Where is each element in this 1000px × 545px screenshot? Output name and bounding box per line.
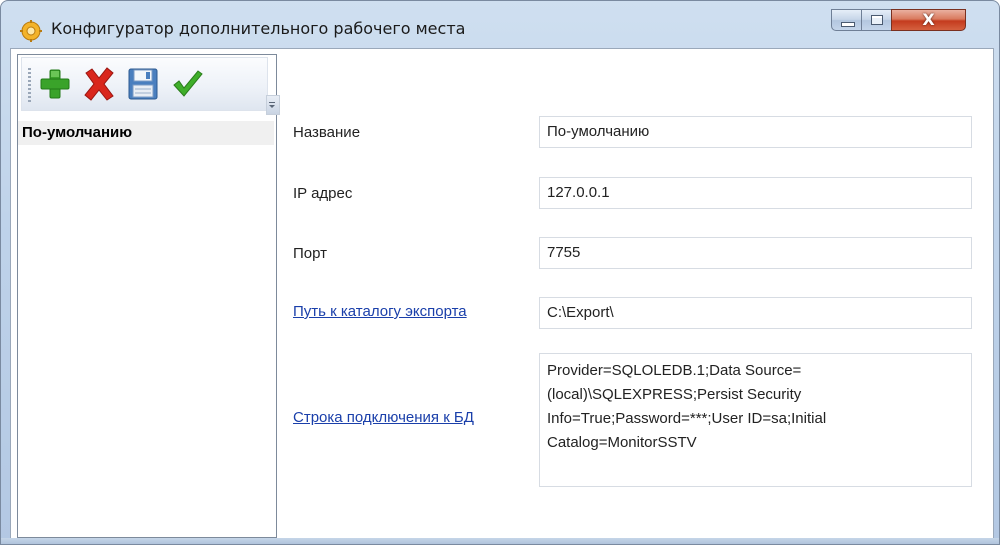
port-label: Порт (293, 245, 328, 262)
toolbar-overflow-button[interactable] (266, 95, 280, 115)
connection-string-link[interactable]: Строка подключения к БД (293, 409, 474, 426)
name-field[interactable]: По-умолчанию (539, 116, 972, 148)
toolbar (21, 57, 268, 111)
delete-x-icon (84, 67, 114, 101)
name-label: Название (293, 124, 361, 141)
close-button[interactable]: X (891, 9, 966, 31)
list-item[interactable]: По-умолчанию (18, 121, 274, 145)
checkmark-icon (173, 70, 203, 97)
minimize-button[interactable] (831, 9, 862, 31)
close-icon: X (922, 10, 935, 29)
ip-address-label: IP адрес (293, 185, 353, 202)
maximize-icon (871, 15, 883, 25)
export-path-field[interactable]: C:\Export\ (539, 297, 972, 329)
save-floppy-icon (128, 68, 158, 100)
toolbar-grip[interactable] (28, 68, 31, 102)
minimize-icon (841, 22, 855, 27)
profiles-pane: По-умолчанию (17, 54, 280, 538)
port-field[interactable]: 7755 (539, 237, 972, 269)
add-button[interactable] (36, 65, 74, 103)
connection-string-field[interactable]: Provider=SQLOLEDB.1;Data Source=(local)\… (539, 353, 972, 487)
app-window: Конфигуратор дополнительного рабочего ме… (0, 0, 1000, 545)
export-path-link[interactable]: Путь к каталогу экспорта (293, 303, 467, 320)
save-button[interactable] (124, 65, 162, 103)
maximize-button[interactable] (861, 9, 892, 31)
profiles-list: По-умолчанию (18, 121, 276, 535)
delete-button[interactable] (80, 65, 118, 103)
window-bottom-border (1, 538, 999, 544)
ip-address-field[interactable]: 127.0.0.1 (539, 177, 972, 209)
gear-icon (20, 20, 42, 42)
title-bar[interactable]: Конфигуратор дополнительного рабочего ме… (1, 1, 999, 49)
apply-button[interactable] (168, 65, 206, 103)
window-title: Конфигуратор дополнительного рабочего ме… (51, 19, 466, 38)
plus-icon (40, 69, 70, 99)
